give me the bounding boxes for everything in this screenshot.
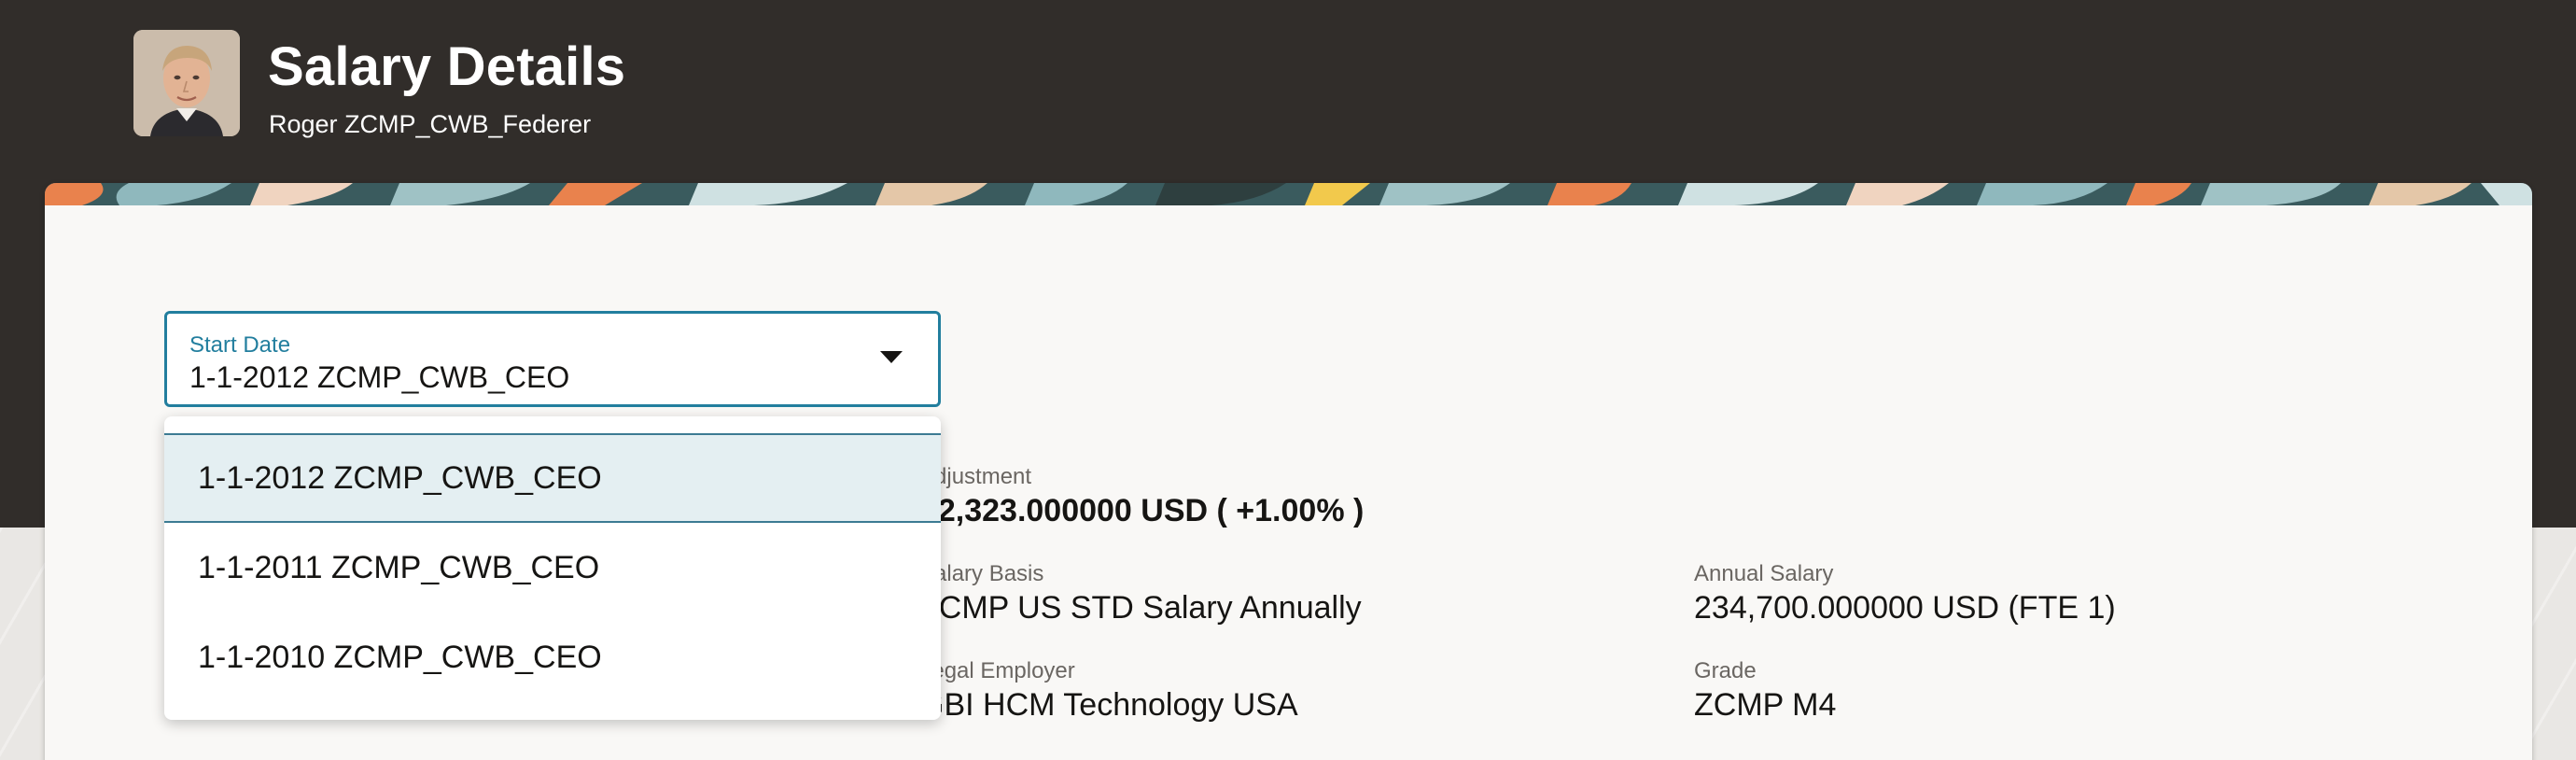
legal-employer-label: Legal Employer xyxy=(919,658,1075,683)
dropdown-option[interactable]: 1-1-2012 ZCMP_CWB_CEO xyxy=(164,433,941,523)
legal-employer-value: GBI HCM Technology USA xyxy=(919,687,1298,723)
person-name: Roger ZCMP_CWB_Federer xyxy=(269,110,592,138)
adjustment-value: +2,323.000000 USD ( +1.00% ) xyxy=(919,493,1365,528)
start-date-dropdown: 1-1-2012 ZCMP_CWB_CEO 1-1-2011 ZCMP_CWB_… xyxy=(164,416,941,720)
annual-salary-value: 234,700.000000 USD (FTE 1) xyxy=(1694,590,2116,626)
start-date-label: Start Date xyxy=(189,332,291,358)
decorative-banner xyxy=(45,183,2532,205)
annual-salary-label: Annual Salary xyxy=(1694,561,1834,586)
grade-label: Grade xyxy=(1694,658,1757,683)
dropdown-option[interactable]: 1-1-2010 ZCMP_CWB_CEO xyxy=(164,612,941,702)
avatar xyxy=(133,30,240,136)
page-title: Salary Details xyxy=(268,36,626,97)
chevron-down-icon[interactable] xyxy=(880,351,903,363)
start-date-select[interactable]: Start Date 1-1-2012 ZCMP_CWB_CEO xyxy=(164,311,941,407)
person-photo-icon xyxy=(133,30,240,136)
start-date-value: 1-1-2012 ZCMP_CWB_CEO xyxy=(189,360,570,394)
salary-basis-value: ZCMP US STD Salary Annually xyxy=(919,590,1362,626)
dropdown-option[interactable]: 1-1-2011 ZCMP_CWB_CEO xyxy=(164,523,941,612)
grade-value: ZCMP M4 xyxy=(1694,687,1837,723)
